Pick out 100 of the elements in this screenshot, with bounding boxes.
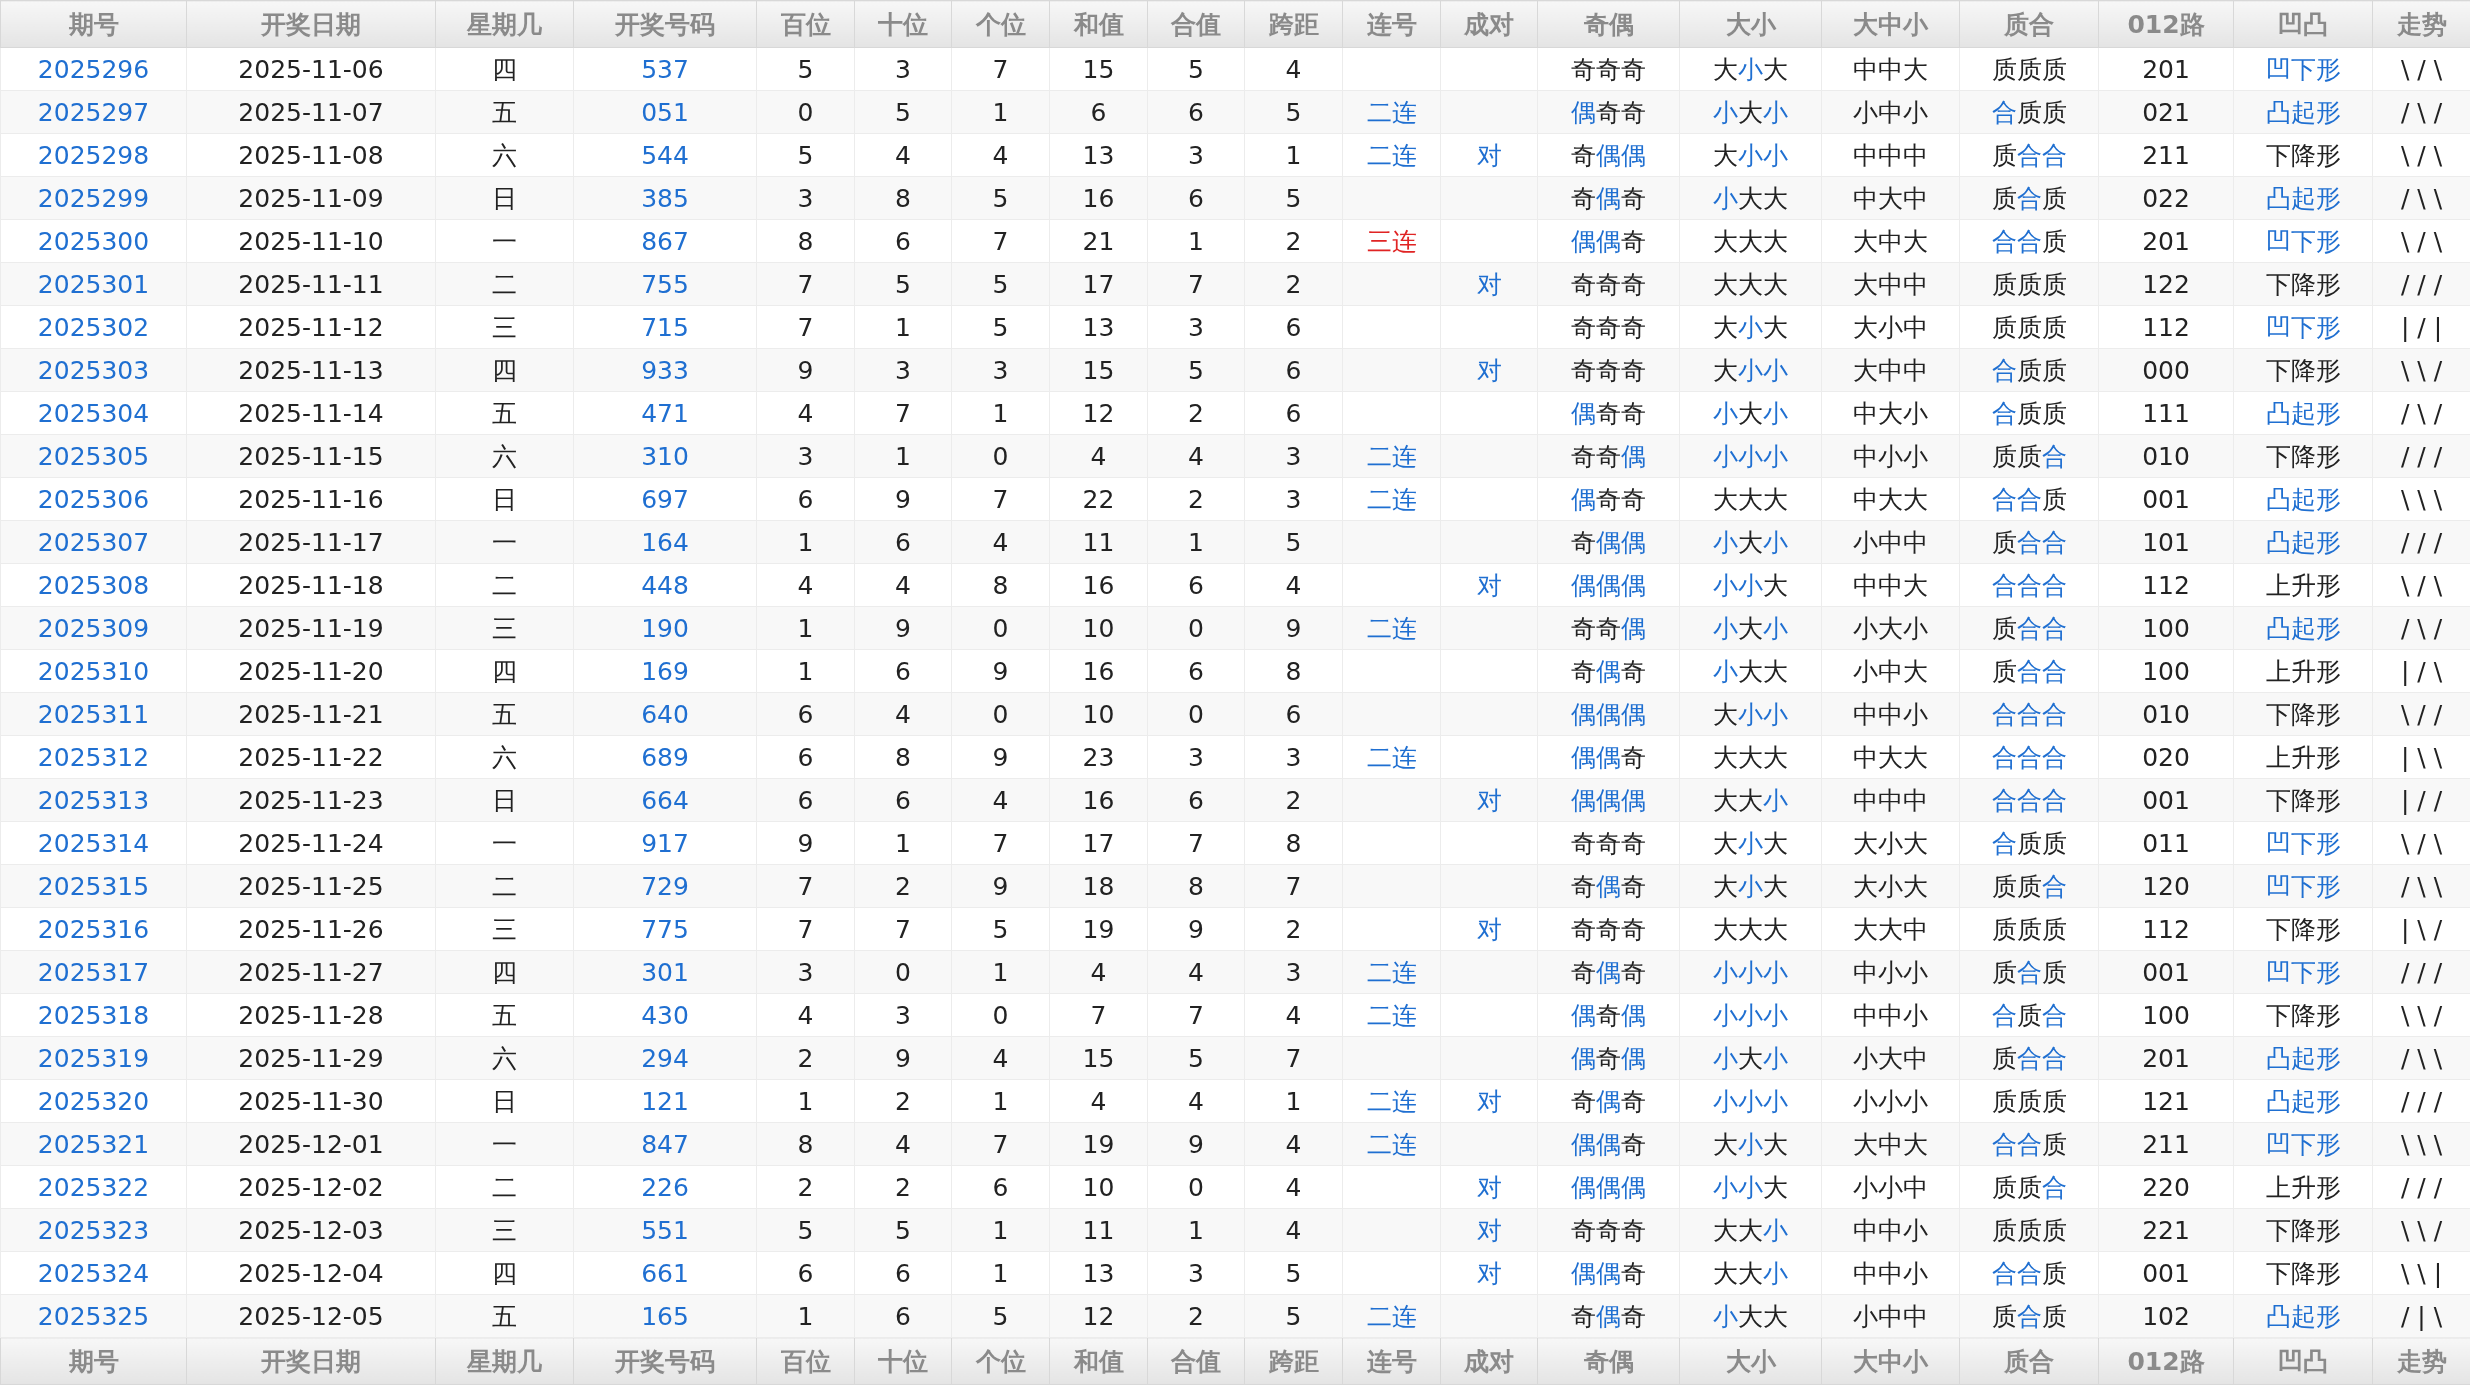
table-cell: 大大大 bbox=[1679, 907, 1822, 951]
period-link[interactable]: 2025321 bbox=[0, 1122, 187, 1166]
table-cell: 日 bbox=[435, 778, 574, 822]
period-link[interactable]: 2025296 bbox=[0, 47, 187, 91]
table-cell: 大小大 bbox=[1679, 305, 1822, 349]
table-cell: 质质质 bbox=[1959, 262, 2099, 306]
table-cell: 偶奇偶 bbox=[1537, 993, 1680, 1037]
table-cell: 二 bbox=[435, 1165, 574, 1209]
table-cell: 奇偶奇 bbox=[1537, 950, 1680, 994]
period-link[interactable]: 2025322 bbox=[0, 1165, 187, 1209]
column-header: 百位 bbox=[756, 0, 855, 48]
table-cell: 1 bbox=[951, 1251, 1050, 1295]
period-link[interactable]: 2025298 bbox=[0, 133, 187, 177]
period-link[interactable]: 2025299 bbox=[0, 176, 187, 220]
period-link[interactable]: 2025305 bbox=[0, 434, 187, 478]
table-cell: 4 bbox=[1244, 1165, 1343, 1209]
table-cell: 9 bbox=[1244, 606, 1343, 650]
table-cell: 0 bbox=[1147, 1165, 1245, 1209]
table-cell: 6 bbox=[1244, 305, 1343, 349]
table-cell: 5 bbox=[854, 90, 952, 134]
table-cell: 3 bbox=[1147, 735, 1245, 779]
table-cell: 质质质 bbox=[1959, 1079, 2099, 1123]
period-link[interactable]: 2025317 bbox=[0, 950, 187, 994]
period-link[interactable]: 2025311 bbox=[0, 692, 187, 736]
period-link[interactable]: 2025304 bbox=[0, 391, 187, 435]
period-link[interactable]: 2025307 bbox=[0, 520, 187, 564]
table-cell: 合合质 bbox=[1959, 219, 2099, 263]
table-cell: 三 bbox=[435, 907, 574, 951]
table-cell: 2025-11-22 bbox=[186, 735, 436, 779]
table-cell: 4 bbox=[1147, 434, 1245, 478]
period-link[interactable]: 2025302 bbox=[0, 305, 187, 349]
column-header: 走势 bbox=[2372, 1337, 2470, 1385]
period-link[interactable]: 2025314 bbox=[0, 821, 187, 865]
period-link[interactable]: 2025316 bbox=[0, 907, 187, 951]
table-cell: 7 bbox=[951, 219, 1050, 263]
table-cell: 奇奇奇 bbox=[1537, 348, 1680, 392]
table-cell: 5 bbox=[951, 176, 1050, 220]
period-link[interactable]: 2025303 bbox=[0, 348, 187, 392]
table-cell: 2 bbox=[756, 1036, 855, 1080]
period-link[interactable]: 2025325 bbox=[0, 1294, 187, 1338]
table-cell: 164 bbox=[573, 520, 757, 564]
table-cell: 合合质 bbox=[1959, 477, 2099, 521]
table-cell: 23 bbox=[1049, 735, 1148, 779]
table-cell: 小小小 bbox=[1679, 950, 1822, 994]
table-cell: 100 bbox=[2098, 993, 2234, 1037]
table-cell: 2025-11-14 bbox=[186, 391, 436, 435]
table-cell: 2025-11-06 bbox=[186, 47, 436, 91]
table-cell: 六 bbox=[435, 735, 574, 779]
table-cell: 1 bbox=[951, 1079, 1050, 1123]
table-cell: 凸起形 bbox=[2233, 1036, 2373, 1080]
period-link[interactable]: 2025315 bbox=[0, 864, 187, 908]
table-cell: 301 bbox=[573, 950, 757, 994]
table-cell: 四 bbox=[435, 950, 574, 994]
column-header: 大小 bbox=[1679, 1337, 1822, 1385]
table-cell: 对 bbox=[1440, 262, 1538, 306]
period-link[interactable]: 2025309 bbox=[0, 606, 187, 650]
table-cell: 三 bbox=[435, 606, 574, 650]
table-cell: 中中大 bbox=[1821, 47, 1960, 91]
table-cell: 201 bbox=[2098, 47, 2234, 91]
table-cell: 合合合 bbox=[1959, 778, 2099, 822]
period-link[interactable]: 2025312 bbox=[0, 735, 187, 779]
period-link[interactable]: 2025306 bbox=[0, 477, 187, 521]
table-cell: 11 bbox=[1049, 520, 1148, 564]
table-cell: 715 bbox=[573, 305, 757, 349]
period-link[interactable]: 2025308 bbox=[0, 563, 187, 607]
table-cell: 凸起形 bbox=[2233, 1079, 2373, 1123]
table-cell: 大小大 bbox=[1679, 821, 1822, 865]
table-cell: 二连 bbox=[1342, 1079, 1441, 1123]
table-cell: 奇偶奇 bbox=[1537, 649, 1680, 693]
table-cell: 4 bbox=[1244, 1208, 1343, 1252]
table-cell: 小大小 bbox=[1679, 1036, 1822, 1080]
table-cell: 4 bbox=[854, 133, 952, 177]
table-cell: 21 bbox=[1049, 219, 1148, 263]
table-cell: 下降形 bbox=[2233, 993, 2373, 1037]
period-link[interactable]: 2025318 bbox=[0, 993, 187, 1037]
table-cell: 2025-11-26 bbox=[186, 907, 436, 951]
table-cell: / | \ bbox=[2372, 1294, 2470, 1338]
table-cell: \ \ / bbox=[2372, 1208, 2470, 1252]
table-cell: 凸起形 bbox=[2233, 176, 2373, 220]
period-link[interactable]: 2025319 bbox=[0, 1036, 187, 1080]
column-header: 大小 bbox=[1679, 0, 1822, 48]
table-cell: 合合质 bbox=[1959, 1122, 2099, 1166]
table-cell: 3 bbox=[854, 993, 952, 1037]
table-cell: 211 bbox=[2098, 1122, 2234, 1166]
table-cell: 102 bbox=[2098, 1294, 2234, 1338]
column-header: 期号 bbox=[0, 0, 187, 48]
period-link[interactable]: 2025324 bbox=[0, 1251, 187, 1295]
table-cell: 917 bbox=[573, 821, 757, 865]
period-link[interactable]: 2025301 bbox=[0, 262, 187, 306]
period-link[interactable]: 2025313 bbox=[0, 778, 187, 822]
table-cell: 0 bbox=[951, 606, 1050, 650]
period-link[interactable]: 2025310 bbox=[0, 649, 187, 693]
period-link[interactable]: 2025297 bbox=[0, 90, 187, 134]
table-cell: 13 bbox=[1049, 305, 1148, 349]
table-cell: 偶偶偶 bbox=[1537, 1165, 1680, 1209]
period-link[interactable]: 2025320 bbox=[0, 1079, 187, 1123]
table-cell: 2025-11-10 bbox=[186, 219, 436, 263]
period-link[interactable]: 2025300 bbox=[0, 219, 187, 263]
period-link[interactable]: 2025323 bbox=[0, 1208, 187, 1252]
table-cell: 6 bbox=[1244, 391, 1343, 435]
